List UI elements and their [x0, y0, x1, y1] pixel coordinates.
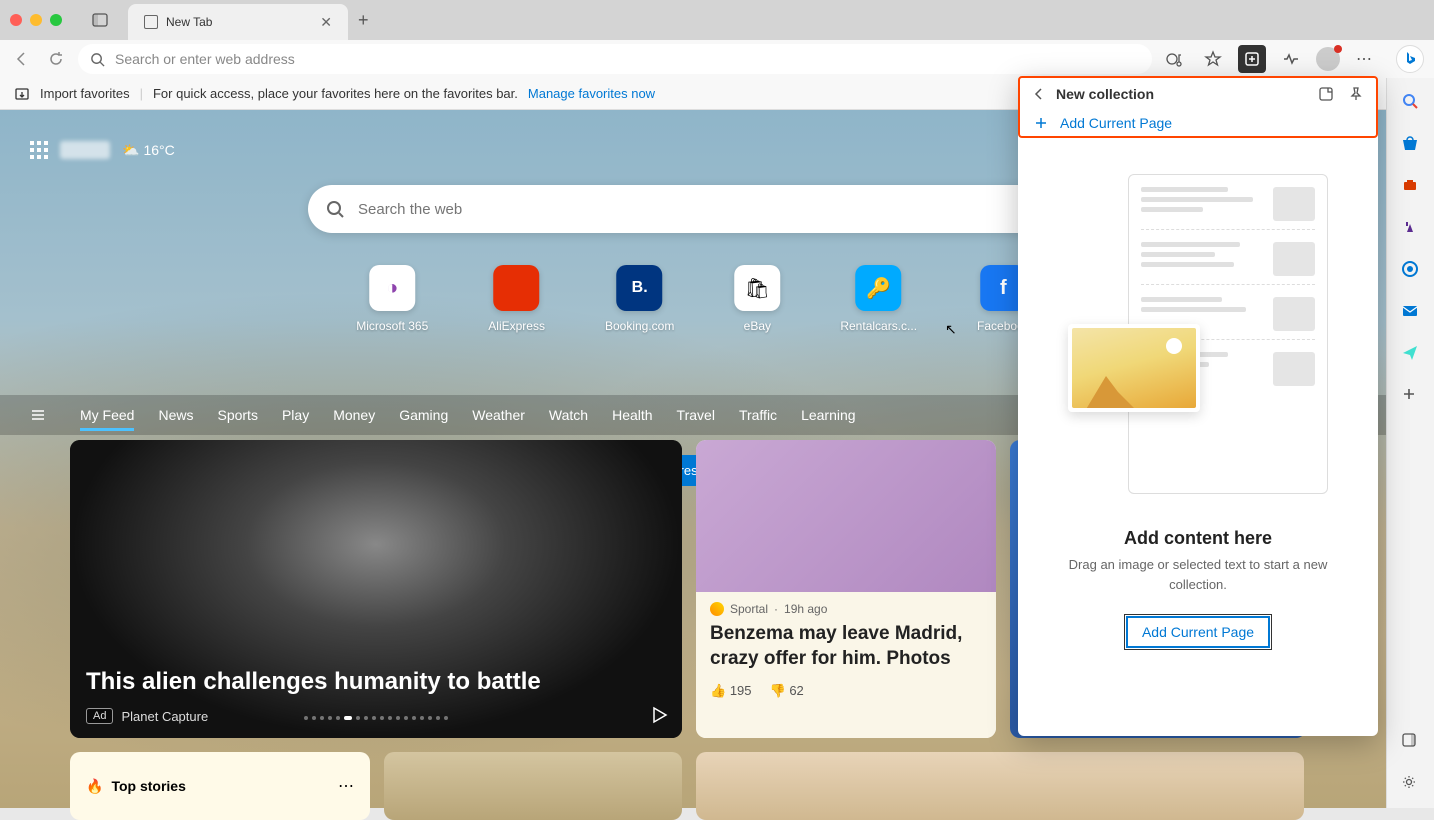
import-favorites-icon[interactable] [14, 86, 30, 102]
weather-icon: ⛅ [122, 142, 139, 159]
news-image [696, 440, 996, 592]
back-icon[interactable] [1032, 87, 1046, 101]
search-icon [90, 52, 105, 67]
shopping-icon[interactable] [1401, 134, 1421, 154]
browser-tab[interactable]: New Tab ✕ [128, 4, 348, 40]
window-controls [10, 14, 62, 26]
like-button[interactable]: 👍 195 [710, 683, 752, 699]
tab-close-icon[interactable]: ✕ [320, 14, 332, 31]
nav-health[interactable]: Health [612, 399, 652, 431]
office-icon[interactable] [1401, 260, 1421, 280]
health-icon[interactable] [1278, 46, 1304, 72]
news-card[interactable]: Sportal · 19h ago Benzema may leave Madr… [696, 440, 996, 738]
empty-subtitle: Drag an image or selected text to start … [1018, 555, 1378, 594]
nav-learning[interactable]: Learning [801, 399, 856, 431]
bing-icon[interactable] [1396, 45, 1424, 73]
sidebar-search-icon[interactable] [1401, 92, 1421, 112]
collections-panel: New collection Add Current Page Add cont… [1018, 76, 1378, 736]
play-icon[interactable] [650, 706, 668, 724]
send-icon[interactable] [1401, 344, 1421, 364]
plus-icon [1032, 114, 1050, 132]
top-sites: ◑Microsoft 365 AliExpress B.Booking.com … [356, 265, 1030, 333]
tab-actions-icon[interactable] [92, 12, 108, 28]
sidebar-settings-icon[interactable] [1401, 774, 1421, 794]
dislike-button[interactable]: 👎 62 [770, 683, 804, 699]
add-current-page-button[interactable]: Add Current Page [1126, 616, 1270, 648]
nav-my-feed[interactable]: My Feed [80, 399, 134, 431]
source-icon [710, 602, 724, 616]
more-icon[interactable]: ⋯ [338, 776, 354, 796]
new-tab-button[interactable]: + [358, 10, 369, 31]
edge-sidebar [1386, 78, 1434, 808]
close-window[interactable] [10, 14, 22, 26]
import-favorites-label[interactable]: Import favorites [40, 86, 130, 101]
empty-title: Add content here [1018, 528, 1378, 549]
weather-widget[interactable]: ⛅ 16°C [122, 142, 175, 159]
toolbar-actions: ⋯ [1162, 45, 1424, 73]
hero-headline: This alien challenges humanity to battle [86, 668, 541, 696]
site-aliexpress[interactable]: AliExpress [488, 265, 545, 333]
news-time: 19h ago [784, 602, 827, 616]
hero-source: Planet Capture [121, 709, 208, 724]
empty-illustration [1068, 174, 1328, 504]
tab-favicon [144, 15, 158, 29]
maximize-window[interactable] [50, 14, 62, 26]
app-launcher-icon[interactable] [30, 141, 48, 159]
nav-weather[interactable]: Weather [472, 399, 525, 431]
nav-travel[interactable]: Travel [677, 399, 715, 431]
hero-card[interactable]: This alien challenges humanity to battle… [70, 440, 682, 738]
pin-icon[interactable] [1348, 86, 1364, 102]
site-ebay[interactable]: 🛍eBay [734, 265, 780, 333]
games-icon[interactable] [1401, 218, 1421, 238]
profile-avatar[interactable] [1316, 47, 1340, 71]
title-bar: New Tab ✕ + [0, 0, 1434, 40]
site-rentalcars[interactable]: 🔑Rentalcars.c... [840, 265, 917, 333]
nav-gaming[interactable]: Gaming [399, 399, 448, 431]
carousel-dots[interactable] [304, 716, 448, 720]
favorites-tip: For quick access, place your favorites h… [153, 86, 518, 101]
nav-money[interactable]: Money [333, 399, 375, 431]
web-search-box[interactable] [308, 185, 1078, 233]
nav-sports[interactable]: Sports [217, 399, 257, 431]
fire-icon: 🔥 [86, 778, 103, 795]
feed-menu-icon[interactable] [30, 407, 46, 423]
blurred-logo [60, 141, 110, 159]
news-headline: Benzema may leave Madrid, crazy offer fo… [710, 622, 982, 671]
site-booking[interactable]: B.Booking.com [605, 265, 674, 333]
cursor-icon: ↖ [945, 321, 957, 338]
toolbar: Search or enter web address ⋯ [0, 40, 1434, 78]
story-card[interactable] [696, 752, 1304, 820]
nav-news[interactable]: News [158, 399, 193, 431]
sidebar-toggle-icon[interactable] [1401, 732, 1421, 752]
collections-icon[interactable] [1238, 45, 1266, 73]
address-bar[interactable]: Search or enter web address [78, 44, 1152, 74]
menu-icon[interactable]: ⋯ [1352, 45, 1376, 73]
top-stories-card[interactable]: 🔥Top stories ⋯ [70, 752, 370, 820]
collection-title[interactable]: New collection [1056, 86, 1308, 102]
address-placeholder: Search or enter web address [115, 51, 295, 67]
news-source: Sportal [730, 602, 768, 616]
note-icon[interactable] [1318, 86, 1334, 102]
site-microsoft365[interactable]: ◑Microsoft 365 [356, 265, 428, 333]
tools-icon[interactable] [1401, 176, 1421, 196]
favorites-icon[interactable] [1200, 46, 1226, 72]
story-card[interactable] [384, 752, 682, 820]
nav-watch[interactable]: Watch [549, 399, 588, 431]
back-button[interactable] [10, 47, 34, 71]
add-current-page-link[interactable]: Add Current Page [1018, 112, 1378, 134]
tab-title: New Tab [166, 15, 312, 29]
search-icon [326, 200, 344, 218]
web-search-input[interactable] [358, 201, 1060, 218]
read-aloud-icon[interactable] [1162, 46, 1188, 72]
nav-play[interactable]: Play [282, 399, 309, 431]
weather-temp: 16°C [143, 142, 174, 158]
ad-badge: Ad [86, 708, 113, 724]
manage-favorites-link[interactable]: Manage favorites now [528, 86, 655, 101]
minimize-window[interactable] [30, 14, 42, 26]
outlook-icon[interactable] [1401, 302, 1421, 322]
add-tool-icon[interactable] [1401, 386, 1421, 406]
nav-traffic[interactable]: Traffic [739, 399, 777, 431]
reload-button[interactable] [44, 47, 68, 71]
